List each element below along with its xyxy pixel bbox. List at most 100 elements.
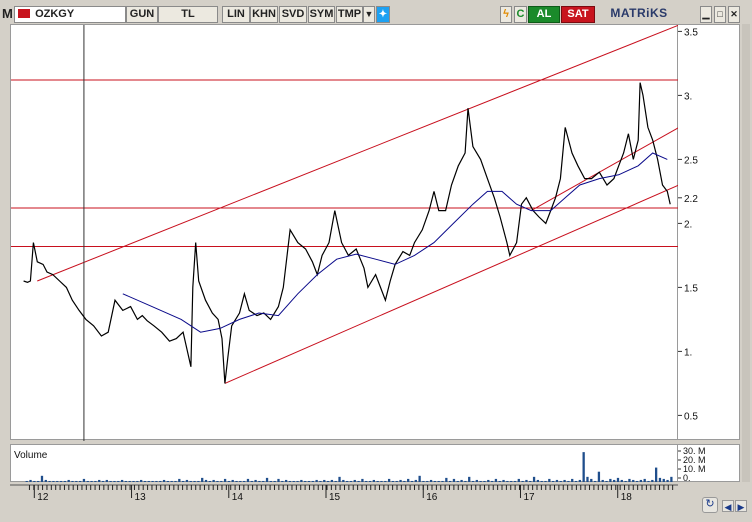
volume-bar (357, 480, 360, 482)
volume-bar (441, 480, 444, 482)
volume-bar (376, 480, 379, 482)
lightning-icon[interactable]: ϟ (500, 6, 512, 23)
price-chart-panel[interactable] (10, 24, 680, 441)
price-chart-svg (11, 24, 680, 441)
volume-bar (174, 480, 177, 482)
volume-bar (128, 480, 131, 482)
matriks-logo-letter: M (2, 6, 13, 21)
volume-bar (109, 480, 112, 482)
volume-bar (250, 480, 253, 482)
chart-window: M OZKGY GUN TL LIN KHN SVD SYM TMP ▼ ✦ ϟ… (0, 0, 752, 522)
x-tick-label: 14 (232, 492, 244, 503)
volume-bar (658, 477, 662, 482)
restore-icon[interactable]: □ (714, 6, 726, 23)
volume-bar (71, 480, 74, 482)
x-tick-label: 13 (135, 492, 147, 503)
volume-bar (78, 480, 82, 482)
volume-bar (654, 467, 658, 482)
volume-bar (120, 479, 124, 482)
volume-bar (555, 479, 559, 482)
volume-bar (586, 476, 589, 482)
refresh-button[interactable]: C (514, 6, 527, 23)
volume-bar (502, 479, 505, 482)
symbol-field[interactable]: OZKGY (14, 6, 126, 23)
volume-bar (113, 480, 116, 482)
scroll-right-icon[interactable]: ▶ (735, 500, 747, 512)
volume-bar (52, 480, 55, 482)
currency-button[interactable]: TL (158, 6, 218, 23)
volume-bar (662, 478, 665, 482)
volume-bar (277, 478, 280, 482)
volume-bar (159, 480, 162, 482)
volume-bar (33, 480, 36, 482)
volume-bar (208, 480, 211, 482)
volume-bar (490, 480, 494, 482)
volume-bar (284, 479, 288, 482)
volume-bar (414, 479, 417, 482)
volume-bar (326, 480, 330, 482)
volume-bar (307, 480, 311, 482)
volume-bar (315, 479, 318, 482)
sell-button[interactable]: SAT (561, 6, 595, 23)
minimize-icon[interactable]: ▁ (700, 6, 712, 23)
volume-panel[interactable]: Volume (10, 444, 678, 482)
volume-bar (132, 480, 135, 482)
volume-bar (471, 480, 475, 482)
volume-bar (338, 476, 341, 482)
volume-bar (380, 480, 383, 482)
volume-bar (468, 476, 471, 482)
volume-bar (521, 480, 524, 482)
matriks-brand: MATRiKS (610, 6, 668, 20)
volume-bar (44, 479, 47, 482)
volume-bar (387, 478, 391, 482)
volume-bar (178, 478, 181, 482)
volume-bar (193, 480, 196, 482)
volume-bar (540, 480, 543, 482)
volume-bar (628, 478, 631, 482)
close-icon[interactable]: ✕ (728, 6, 740, 23)
volume-bar (605, 480, 608, 482)
volume-bar (185, 479, 189, 482)
volume-bar (593, 480, 597, 482)
y-tick-label: 2. (684, 219, 692, 230)
volume-bar (651, 479, 654, 482)
volume-bar (117, 480, 120, 482)
twitter-bird-icon[interactable]: ✦ (376, 6, 390, 23)
period-button[interactable]: GUN (126, 6, 158, 23)
symbol-flag-icon (18, 8, 30, 18)
volume-bar (189, 480, 192, 482)
volume-bar (483, 480, 486, 482)
volume-bar (449, 480, 452, 482)
volume-bar (544, 480, 547, 482)
volume-bar (349, 480, 353, 482)
volume-bar (220, 480, 223, 482)
volume-bar (456, 480, 459, 482)
y-tick-label: 1.5 (684, 283, 698, 294)
volume-bar (361, 478, 364, 482)
volume-bar (548, 478, 551, 482)
scroll-left-icon[interactable]: ◀ (722, 500, 734, 512)
volume-bar (212, 479, 215, 482)
vertical-scrollbar[interactable] (742, 24, 750, 482)
channel-trend-line (224, 184, 680, 384)
volume-bar (140, 479, 143, 482)
buy-button[interactable]: AL (528, 6, 560, 23)
triangle-down-icon[interactable]: ▼ (363, 6, 375, 23)
scale-button[interactable]: LIN (222, 6, 250, 23)
volume-bar (296, 480, 299, 482)
volume-bar (395, 480, 398, 482)
volume-bar (166, 480, 170, 482)
sym-button[interactable]: SYM (308, 6, 335, 23)
volume-chart-svg (25, 452, 673, 482)
volume-bar (235, 480, 238, 482)
volume-bar (647, 480, 650, 482)
khn-button[interactable]: KHN (250, 6, 278, 23)
volume-bar (666, 479, 669, 482)
volume-bar (513, 480, 517, 482)
volume-bar (147, 480, 150, 482)
y-tick-label: 3. (684, 91, 692, 102)
volume-bar (136, 480, 139, 482)
sync-icon[interactable]: ↻ (702, 497, 718, 513)
tmp-button[interactable]: TMP (336, 6, 363, 23)
svd-button[interactable]: SVD (279, 6, 307, 23)
